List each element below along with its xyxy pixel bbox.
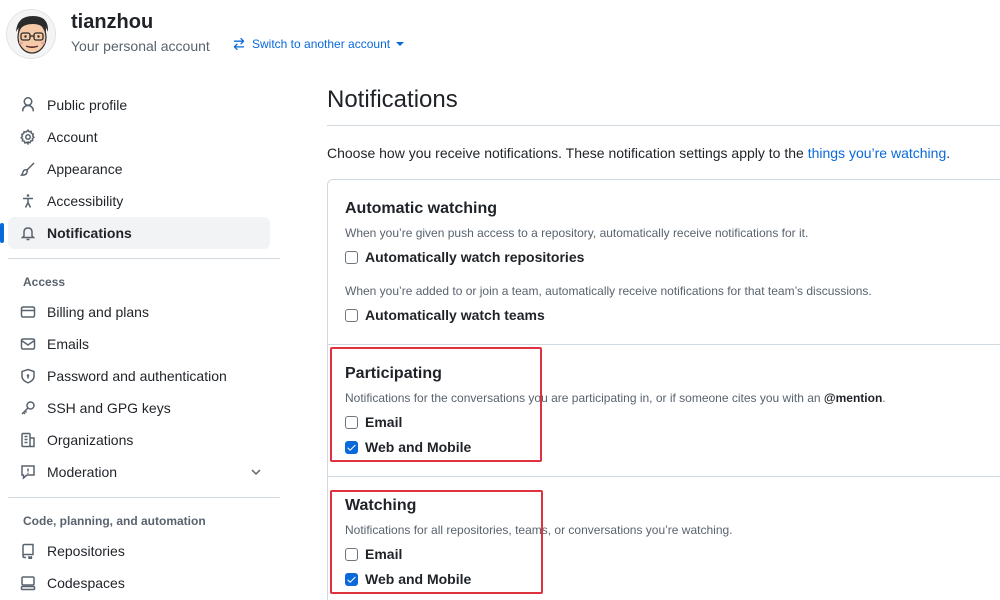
check-icon: [347, 576, 356, 583]
intro-text: Choose how you receive notifications. Th…: [327, 145, 950, 161]
sidebar-item-password[interactable]: Password and authentication: [8, 360, 280, 392]
section-divider: [328, 344, 1000, 345]
switch-account-button[interactable]: Switch to another account: [232, 37, 405, 51]
checkbox-checked[interactable]: [345, 440, 358, 454]
intro-body: Choose how you receive notifications. Th…: [327, 145, 808, 161]
auto-watch-teams-checkbox[interactable]: Automatically watch teams: [345, 307, 545, 323]
sidebar-item-account[interactable]: Account: [8, 121, 280, 153]
sidebar-item-label: Billing and plans: [47, 304, 149, 320]
arrow-switch-icon: [232, 37, 246, 51]
account-subtitle: Your personal account: [71, 38, 210, 54]
watching-web-mobile-checkbox[interactable]: Web and Mobile: [345, 571, 471, 587]
checkbox-label: Web and Mobile: [365, 571, 472, 587]
automatic-repos-description: When you’re given push access to a repos…: [345, 226, 809, 240]
sidebar-item-label: Password and authentication: [47, 368, 227, 384]
bell-icon: [20, 225, 36, 241]
paintbrush-icon: [20, 161, 36, 177]
sidebar-item-notifications[interactable]: Notifications: [0, 217, 270, 249]
chevron-down-icon[interactable]: [248, 464, 264, 483]
watching-title: Watching: [345, 497, 417, 514]
watching-email-checkbox[interactable]: Email: [345, 546, 402, 562]
sidebar-item-codespaces[interactable]: Codespaces: [8, 567, 280, 599]
account-header: tianzhou Your personal account Switch to…: [0, 0, 1000, 70]
checkbox-label: Web and Mobile: [365, 439, 472, 455]
things-watching-link[interactable]: things you’re watching: [808, 145, 947, 161]
title-divider: [327, 125, 1000, 126]
participating-description: Notifications for the conversations you …: [345, 391, 886, 405]
participating-desc-end: .: [882, 391, 886, 405]
notification-settings-box: Automatic watching When you’re given pus…: [327, 179, 1000, 600]
participating-desc-body: Notifications for the conversations you …: [345, 391, 824, 405]
sidebar-item-emails[interactable]: Emails: [8, 328, 280, 360]
sidebar-item-label: Codespaces: [47, 575, 125, 591]
sidebar-heading-code: Code, planning, and automation: [23, 514, 206, 528]
checkbox-label: Email: [365, 546, 403, 562]
sidebar-item-label: Organizations: [47, 432, 134, 448]
automatic-teams-description: When you’re added to or join a team, aut…: [345, 284, 872, 298]
avatar[interactable]: [6, 9, 56, 59]
sidebar-heading-access: Access: [23, 275, 66, 289]
auto-watch-repos-checkbox[interactable]: Automatically watch repositories: [345, 249, 584, 265]
credit-card-icon: [20, 304, 36, 320]
sidebar-item-label: Public profile: [47, 97, 128, 113]
sidebar-divider: [8, 258, 280, 259]
key-icon: [20, 400, 36, 416]
sidebar-item-label: Notifications: [47, 225, 132, 241]
sidebar-item-ssh-gpg[interactable]: SSH and GPG keys: [8, 392, 280, 424]
checkbox[interactable]: [345, 547, 358, 561]
gear-icon: [20, 129, 36, 145]
checkbox-label: Email: [365, 414, 403, 430]
automatic-watching-title: Automatic watching: [345, 200, 498, 217]
sidebar-divider: [8, 497, 280, 498]
participating-web-mobile-checkbox[interactable]: Web and Mobile: [345, 439, 471, 455]
watching-description: Notifications for all repositories, team…: [345, 523, 733, 537]
settings-sidebar: Public profile Account Appearance Access…: [0, 89, 280, 599]
checkbox-checked[interactable]: [345, 572, 358, 586]
checkbox[interactable]: [345, 308, 358, 322]
sidebar-item-label: Appearance: [47, 161, 123, 177]
report-icon: [20, 464, 36, 480]
sidebar-item-label: Repositories: [47, 543, 125, 559]
shield-lock-icon: [20, 368, 36, 384]
repo-icon: [20, 543, 36, 559]
check-icon: [347, 444, 356, 451]
sidebar-item-label: SSH and GPG keys: [47, 400, 171, 416]
sidebar-item-moderation[interactable]: Moderation: [8, 456, 280, 488]
checkbox[interactable]: [345, 250, 358, 264]
sidebar-item-organizations[interactable]: Organizations: [8, 424, 280, 456]
intro-end: .: [946, 145, 951, 161]
account-username[interactable]: tianzhou: [71, 11, 153, 34]
checkbox-label: Automatically watch teams: [365, 307, 545, 323]
codespaces-icon: [20, 575, 36, 591]
mail-icon: [20, 336, 36, 352]
participating-email-checkbox[interactable]: Email: [345, 414, 402, 430]
accessibility-icon: [20, 193, 36, 209]
participating-title: Participating: [345, 365, 442, 382]
sidebar-item-accessibility[interactable]: Accessibility: [8, 185, 280, 217]
triangle-down-icon: [396, 40, 405, 48]
sidebar-item-repositories[interactable]: Repositories: [8, 535, 280, 567]
checkbox-label: Automatically watch repositories: [365, 249, 585, 265]
person-icon: [20, 97, 36, 113]
section-divider: [328, 476, 1000, 477]
sidebar-item-billing[interactable]: Billing and plans: [8, 296, 280, 328]
sidebar-item-label: Accessibility: [47, 193, 124, 209]
switch-account-label: Switch to another account: [252, 37, 391, 51]
sidebar-item-label: Moderation: [47, 464, 118, 480]
organization-icon: [20, 432, 36, 448]
sidebar-item-label: Emails: [47, 336, 90, 352]
checkbox[interactable]: [345, 415, 358, 429]
sidebar-item-public-profile[interactable]: Public profile: [8, 89, 280, 121]
sidebar-item-appearance[interactable]: Appearance: [8, 153, 280, 185]
sidebar-item-label: Account: [47, 129, 98, 145]
mention-text: @mention: [823, 391, 883, 405]
page-title: Notifications: [327, 86, 458, 113]
